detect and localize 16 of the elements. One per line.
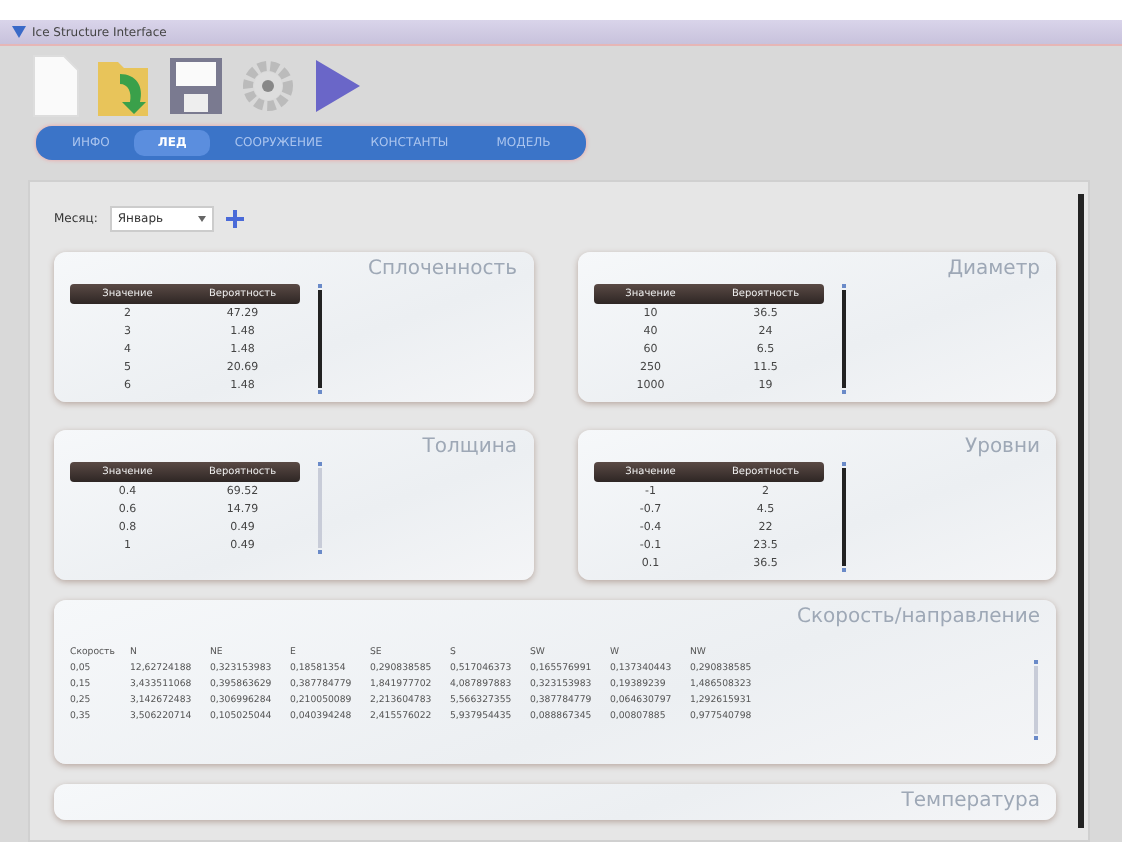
card-title: Сплоченность xyxy=(367,258,517,280)
play-icon[interactable] xyxy=(312,56,364,116)
card-title: Температура xyxy=(901,790,1040,812)
scrollbar[interactable] xyxy=(839,284,847,394)
card-title: Скорость/направление xyxy=(797,606,1040,628)
scrollbar[interactable] xyxy=(316,462,324,554)
scrollbar[interactable] xyxy=(1032,660,1040,740)
app-icon xyxy=(12,26,26,38)
settings-icon[interactable] xyxy=(240,56,296,116)
scrollbar[interactable] xyxy=(839,462,847,572)
plus-icon[interactable] xyxy=(225,210,244,228)
card-title: Толщина xyxy=(422,436,517,458)
caret-icon xyxy=(197,216,206,222)
card-title: Диаметр xyxy=(947,258,1040,280)
card-title: Уровни xyxy=(965,436,1040,458)
scrollbar[interactable] xyxy=(316,284,324,394)
